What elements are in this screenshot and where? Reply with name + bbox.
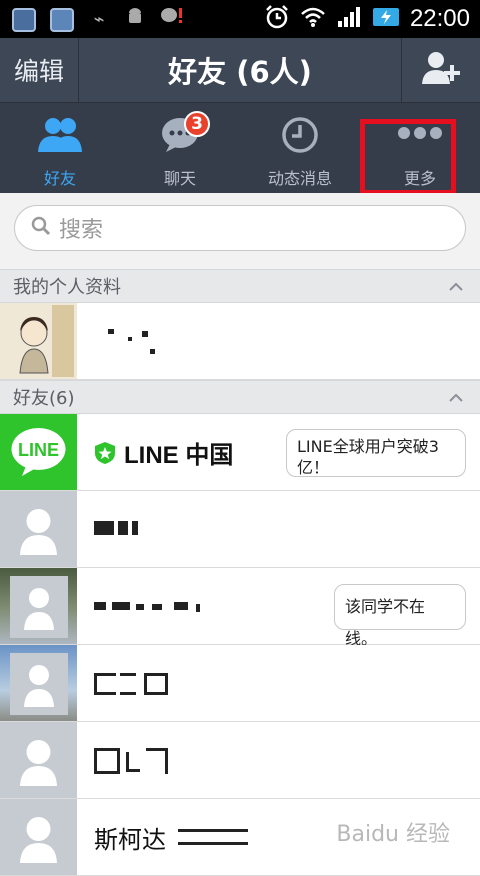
app-header: 编辑 好友 (6人): [0, 38, 480, 103]
unread-badge: 3: [184, 111, 210, 137]
default-avatar-icon: [10, 576, 68, 638]
edit-button[interactable]: 编辑: [0, 38, 79, 102]
status-message-bubble: 该同学不在线。: [334, 584, 466, 648]
friend-row[interactable]: [0, 491, 480, 568]
tab-label: 动态消息: [267, 169, 332, 188]
status-message-bubble: LINE全球用户突破3亿！: [286, 429, 466, 477]
alarm-icon: [264, 4, 290, 34]
status-bar: ⌁ 22:00: [0, 0, 480, 38]
friend-name: 斯柯达: [94, 826, 166, 854]
tab-friends[interactable]: 好友: [0, 103, 120, 193]
wifi-icon: [300, 6, 326, 32]
default-avatar-icon: [10, 653, 68, 715]
section-header-friends[interactable]: 好友(6): [0, 380, 480, 414]
alert-chat-icon: [160, 6, 182, 33]
verified-shield-icon: [94, 441, 116, 469]
section-header-profile[interactable]: 我的个人资料: [0, 269, 480, 303]
chevron-up-icon: [448, 279, 464, 298]
default-avatar-icon: [0, 799, 77, 875]
my-profile-row[interactable]: [0, 303, 480, 380]
svg-text:LINE: LINE: [18, 440, 59, 460]
friend-name: LINE 中国: [124, 442, 234, 469]
clock-icon: [281, 117, 319, 157]
shopping-notification-icon: [50, 7, 74, 32]
friend-row[interactable]: LINE LINE 中国 LINE全球用户突破3亿！: [0, 414, 480, 491]
status-time: 22:00: [409, 5, 470, 32]
avatar: [0, 645, 77, 721]
friend-row[interactable]: 该同学不在线。: [0, 568, 480, 648]
tab-label: 聊天: [163, 169, 196, 188]
search-placeholder: 搜索: [59, 218, 104, 243]
default-avatar-icon: [0, 491, 77, 567]
search-input[interactable]: 搜索: [14, 205, 466, 251]
add-friend-icon: [421, 50, 461, 90]
page-title: 好友 (6人): [168, 55, 312, 89]
friend-row[interactable]: [0, 645, 480, 722]
friend-row[interactable]: [0, 722, 480, 799]
section-label: 我的个人资料: [13, 277, 121, 298]
search-area: 搜索: [0, 193, 480, 269]
signal-icon: [336, 6, 362, 32]
friends-icon: [36, 117, 84, 157]
chevron-up-icon: [448, 390, 464, 409]
android-debug-icon: [124, 6, 146, 33]
default-avatar-icon: [0, 722, 77, 798]
tab-chat[interactable]: 3 聊天: [120, 103, 240, 193]
battery-charging-icon: [372, 6, 400, 32]
add-friend-button[interactable]: [401, 38, 480, 102]
line-logo-icon: LINE: [0, 414, 77, 490]
gallery-notification-icon: [12, 7, 36, 32]
baidu-watermark: Baidu 经验: [336, 822, 450, 847]
avatar: [0, 303, 77, 379]
avatar: [0, 568, 77, 644]
search-icon: [31, 216, 51, 240]
highlight-box: [360, 119, 456, 195]
section-label: 好友(6): [13, 388, 75, 409]
tab-timeline[interactable]: 动态消息: [240, 103, 360, 193]
tab-label: 好友: [43, 169, 76, 188]
usb-icon: ⌁: [93, 8, 105, 30]
